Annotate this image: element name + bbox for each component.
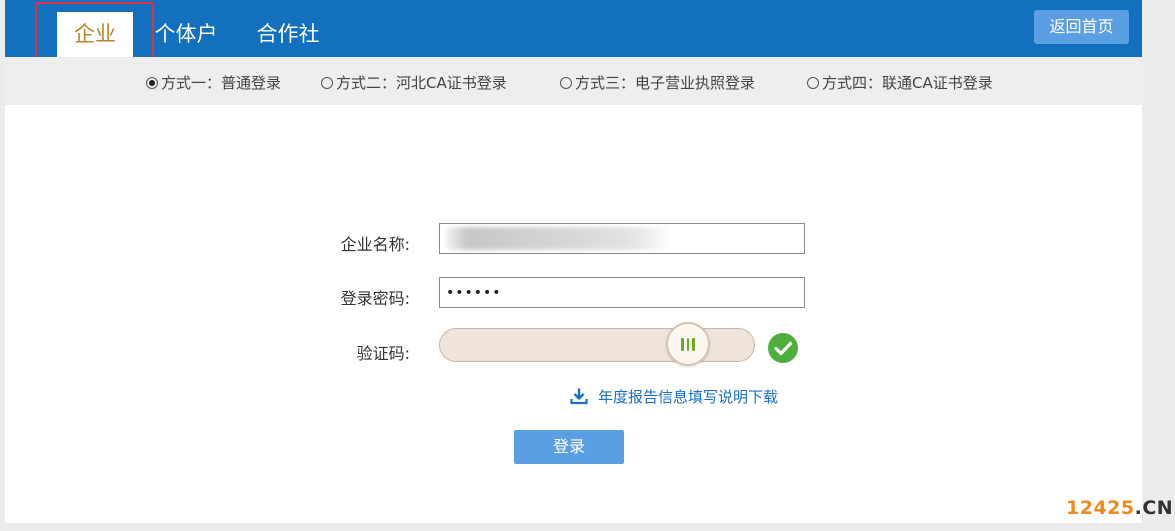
login-method-normal[interactable]: 方式一：普通登录 [146, 72, 281, 93]
download-link-text: 年度报告信息填写说明下载 [598, 388, 779, 406]
radio-selected-icon[interactable] [146, 77, 158, 89]
login-method-hebei-ca[interactable]: 方式二：河北CA证书登录 [321, 72, 507, 93]
site-watermark: 12425.CN [1066, 497, 1173, 519]
login-method-label: 方式一：普通登录 [161, 74, 282, 92]
login-method-bar: 方式一：普通登录 方式二：河北CA证书登录 方式三：电子营业执照登录 方式四：联… [5, 57, 1142, 105]
radio-icon[interactable] [560, 77, 572, 89]
company-name-input[interactable] [439, 223, 805, 254]
radio-icon[interactable] [807, 77, 819, 89]
login-method-label: 方式三：电子营业执照登录 [575, 74, 756, 92]
password-input[interactable] [439, 277, 805, 308]
tab-cooperative[interactable]: 合作社 [251, 12, 325, 57]
login-button[interactable]: 登录 [514, 430, 624, 464]
login-method-e-license[interactable]: 方式三：电子营业执照登录 [560, 72, 755, 93]
watermark-number: 12425 [1066, 497, 1135, 519]
tab-enterprise[interactable]: 企业 [57, 12, 133, 57]
captcha-slider-handle[interactable] [666, 322, 710, 366]
annual-report-guide-download-link[interactable]: 年度报告信息填写说明下载 [570, 386, 778, 407]
radio-icon[interactable] [321, 77, 333, 89]
password-label: 登录密码: [340, 289, 410, 308]
download-icon [570, 388, 588, 405]
captcha-label: 验证码: [356, 344, 410, 363]
tab-individual-business[interactable]: 个体户 [151, 12, 221, 57]
watermark-suffix: .CN [1134, 497, 1174, 519]
return-home-button[interactable]: 返回首页 [1034, 10, 1129, 44]
login-method-unicom-ca[interactable]: 方式四：联通CA证书登录 [807, 72, 993, 93]
login-method-label: 方式二：河北CA证书登录 [336, 74, 507, 92]
grip-icon [681, 337, 695, 351]
login-method-label: 方式四：联通CA证书登录 [822, 74, 993, 92]
check-success-icon [768, 333, 798, 363]
top-nav-bar: 企业 个体户 合作社 返回首页 [5, 0, 1142, 57]
company-name-label: 企业名称: [340, 235, 410, 254]
